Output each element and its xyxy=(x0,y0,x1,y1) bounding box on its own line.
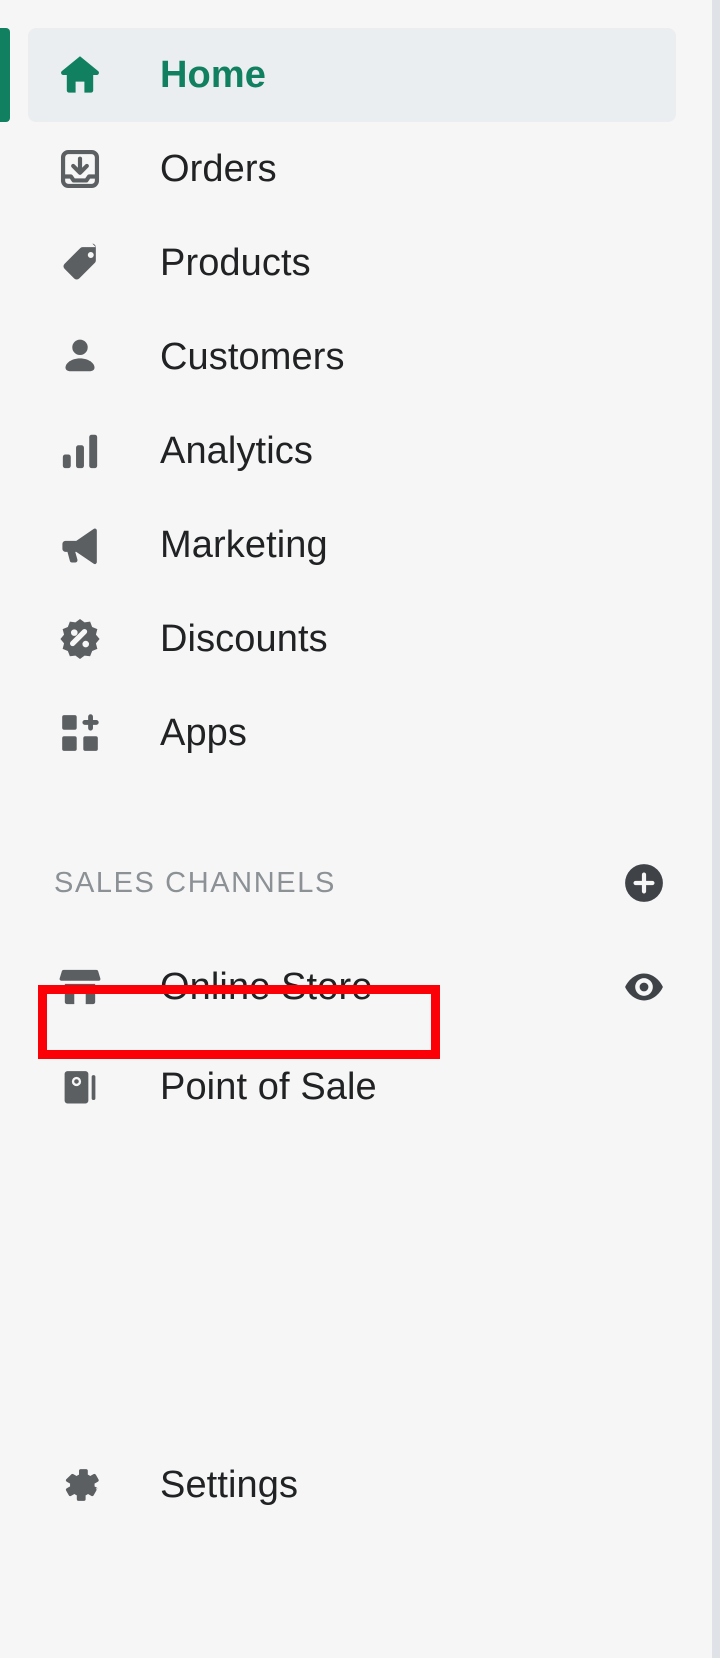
sidebar-item-point-of-sale[interactable]: Point of Sale xyxy=(0,1040,704,1134)
sidebar-item-apps[interactable]: Apps xyxy=(28,686,676,780)
footer-navigation: Settings xyxy=(0,1438,704,1532)
nav-item-label: Analytics xyxy=(160,430,313,472)
sidebar-item-discounts[interactable]: Discounts xyxy=(28,592,676,686)
analytics-bar-chart-icon xyxy=(54,425,106,477)
point-of-sale-icon xyxy=(54,1061,106,1113)
nav-item-label: Products xyxy=(160,242,311,284)
customers-icon xyxy=(54,331,106,383)
discounts-percent-badge-icon xyxy=(54,613,106,665)
sidebar-item-orders[interactable]: Orders xyxy=(28,122,676,216)
apps-grid-plus-icon xyxy=(54,707,106,759)
eye-icon[interactable] xyxy=(620,963,668,1011)
nav-item-label: Marketing xyxy=(160,524,328,566)
sales-channels-title: SALES CHANNELS xyxy=(54,866,336,899)
storefront-icon xyxy=(54,961,106,1013)
sales-channel-label: Point of Sale xyxy=(160,1066,377,1108)
nav-item-label: Discounts xyxy=(160,618,328,660)
orders-icon xyxy=(54,143,106,195)
sidebar-item-analytics[interactable]: Analytics xyxy=(28,404,676,498)
sales-channel-row: Online Store xyxy=(0,940,704,1034)
primary-navigation: Home Orders Products Customers Analytics Mark… xyxy=(0,28,704,780)
active-indicator-bar xyxy=(0,28,10,122)
marketing-megaphone-icon xyxy=(54,519,106,571)
nav-item-label: Customers xyxy=(160,336,345,378)
plus-circle-icon[interactable] xyxy=(620,859,668,907)
nav-item-label: Home xyxy=(160,54,266,96)
nav-item-label: Settings xyxy=(160,1464,299,1506)
sidebar-item-online-store[interactable]: Online Store xyxy=(0,940,620,1034)
sales-channel-row: Point of Sale xyxy=(0,1040,704,1134)
nav-item-label: Orders xyxy=(160,148,277,190)
home-icon xyxy=(54,49,106,101)
sales-channels-header: SALES CHANNELS xyxy=(0,848,704,918)
gear-icon xyxy=(54,1459,106,1511)
sidebar-item-customers[interactable]: Customers xyxy=(28,310,676,404)
admin-sidebar: Home Orders Products Customers Analytics Mark… xyxy=(0,0,720,1658)
sidebar-item-home[interactable]: Home xyxy=(0,28,676,122)
sidebar-item-settings[interactable]: Settings xyxy=(28,1438,676,1532)
products-tag-icon xyxy=(54,237,106,289)
sidebar-item-products[interactable]: Products xyxy=(28,216,676,310)
sales-channel-label: Online Store xyxy=(160,966,373,1008)
nav-item-label: Apps xyxy=(160,712,248,754)
sidebar-item-marketing[interactable]: Marketing xyxy=(28,498,676,592)
